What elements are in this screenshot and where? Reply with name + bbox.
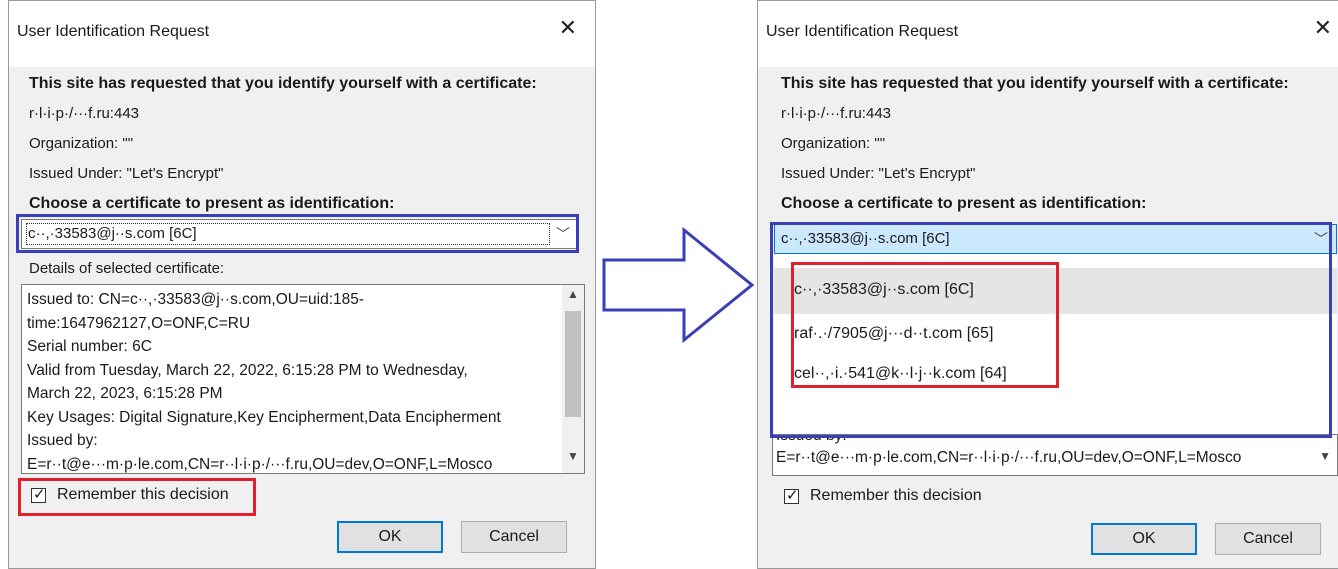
issuer-text: Issued Under: "Let's Encrypt": [29, 165, 224, 182]
cancel-button[interactable]: Cancel: [1215, 523, 1321, 555]
scroll-down-icon[interactable]: ▼: [1319, 449, 1331, 463]
ok-button[interactable]: OK: [337, 521, 443, 553]
choose-heading: Choose a certificate to present as ident…: [781, 195, 1147, 212]
certificate-details-box[interactable]: Issued to: CN=c··,·33583@j··s.com,OU=uid…: [21, 284, 585, 474]
check-icon: ✓: [786, 487, 799, 504]
annotation-blue-box: [16, 214, 579, 253]
request-heading: This site has requested that you identif…: [781, 75, 1289, 92]
right-arrow-icon: [602, 226, 755, 344]
dialog-title: User Identification Request: [766, 23, 959, 40]
close-icon[interactable]: ✕: [559, 17, 577, 39]
choose-heading: Choose a certificate to present as ident…: [29, 195, 395, 212]
organization-text: Organization: "": [29, 135, 134, 152]
close-icon[interactable]: ✕: [1314, 17, 1332, 39]
details-last-line: E=r··t@e···m·p·le.com,CN=r··l·i·p·/···f.…: [776, 449, 1242, 466]
site-address: r·l·i·p·/···f.ru:443: [781, 105, 892, 122]
certificate-details-box[interactable]: Issued by: E=r··t@e···m·p·le.com,CN=r··l…: [772, 434, 1338, 476]
remember-label: Remember this decision: [810, 487, 982, 504]
annotation-red-box: [791, 262, 1059, 388]
ok-button[interactable]: OK: [1091, 523, 1197, 555]
annotation-red-box: [18, 478, 256, 516]
scroll-thumb[interactable]: [565, 311, 581, 417]
title-bar: User Identification Request ✕: [9, 1, 595, 67]
cancel-button[interactable]: Cancel: [461, 521, 567, 553]
scroll-down-icon[interactable]: ▼: [562, 449, 584, 471]
site-address: r·l·i·p·/···f.ru:443: [29, 105, 140, 122]
request-heading: This site has requested that you identif…: [29, 75, 537, 92]
scroll-up-icon[interactable]: ▲: [562, 287, 584, 309]
title-bar: User Identification Request ✕: [758, 1, 1338, 67]
remember-checkbox[interactable]: ✓: [784, 487, 799, 504]
certificate-details-text: Issued to: CN=c··,·33583@j··s.com,OU=uid…: [27, 291, 501, 473]
organization-text: Organization: "": [781, 135, 886, 152]
dialog-title: User Identification Request: [17, 23, 210, 40]
details-scrollbar[interactable]: ▲ ▼: [562, 285, 584, 473]
details-label: Details of selected certificate:: [29, 260, 225, 277]
issuer-text: Issued Under: "Let's Encrypt": [781, 165, 976, 182]
